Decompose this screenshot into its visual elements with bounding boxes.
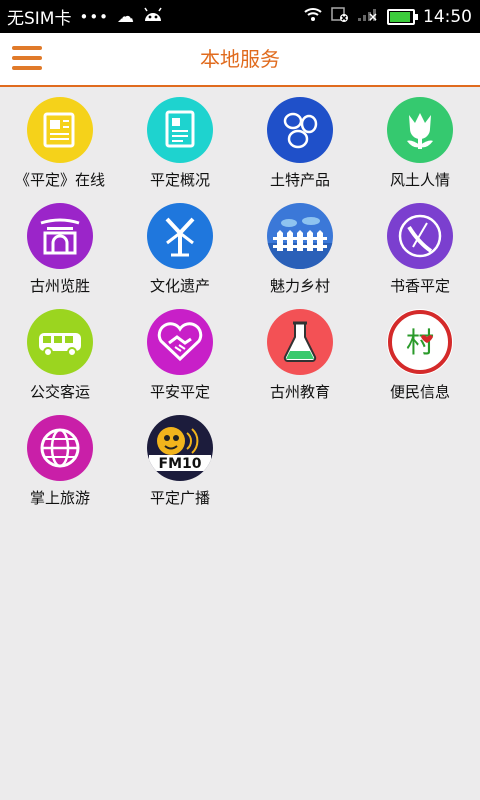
service-item-books[interactable]: 书香平定 — [360, 193, 480, 299]
service-item-education[interactable]: 古州教育 — [240, 299, 360, 405]
service-label: 公交客运 — [29, 383, 90, 401]
beans-icon — [267, 97, 333, 163]
service-label: 掌上旅游 — [29, 489, 90, 507]
status-bar: 无SIM卡 ••• ☁ 14:50 — [0, 0, 480, 33]
service-label: 古州教育 — [269, 383, 330, 401]
service-item-convenience[interactable]: 村 便民信息 — [360, 299, 480, 405]
page-title: 本地服务 — [200, 47, 280, 71]
service-item-bus[interactable]: 公交客运 — [0, 299, 120, 405]
flower-icon — [387, 97, 453, 163]
service-item-customs[interactable]: 风土人情 — [360, 87, 480, 193]
fm-text: FM10 — [159, 456, 202, 472]
flask-icon — [267, 309, 333, 375]
globe-icon — [27, 415, 93, 481]
bus-icon — [27, 309, 93, 375]
service-item-village[interactable]: 魅力乡村 — [240, 193, 360, 299]
village-seal-icon: 村 — [387, 309, 453, 375]
android-icon — [142, 5, 164, 28]
service-item-overview[interactable]: 平定概况 — [120, 87, 240, 193]
signal-icon — [357, 6, 379, 27]
app-header: 本地服务 — [0, 33, 480, 87]
data-off-icon — [331, 6, 349, 27]
service-label: 文化遗产 — [149, 277, 210, 295]
service-item-radio[interactable]: FM10 平定广播 — [120, 405, 240, 511]
service-item-heritage[interactable]: 文化遗产 — [120, 193, 240, 299]
service-label: 书香平定 — [389, 277, 450, 295]
service-item-specialty[interactable]: 土特产品 — [240, 87, 360, 193]
service-item-safety[interactable]: 平安平定 — [120, 299, 240, 405]
fm-radio-icon: FM10 — [147, 415, 213, 481]
seal-text: 村 — [406, 326, 434, 359]
service-item-travel[interactable]: 掌上旅游 — [0, 405, 120, 511]
service-label: 古州览胜 — [29, 277, 90, 295]
gate-icon — [27, 203, 93, 269]
service-label: 便民信息 — [389, 383, 450, 401]
service-label: 《平定》在线 — [14, 171, 105, 189]
service-label: 风土人情 — [389, 171, 450, 189]
handshake-icon — [147, 309, 213, 375]
brush-icon — [387, 203, 453, 269]
service-label: 平定概况 — [149, 171, 210, 189]
service-label: 平安平定 — [149, 383, 210, 401]
newspaper-icon — [27, 97, 93, 163]
wifi-icon — [303, 6, 323, 27]
service-item-online[interactable]: 《平定》在线 — [0, 87, 120, 193]
fence-icon — [267, 203, 333, 269]
clock: 14:50 — [423, 6, 472, 27]
notification-dots: ••• — [79, 7, 110, 26]
battery-icon — [387, 8, 418, 25]
service-label: 土特产品 — [269, 171, 330, 189]
service-item-scenic[interactable]: 古州览胜 — [0, 193, 120, 299]
service-label: 平定广播 — [149, 489, 210, 507]
heritage-icon — [147, 203, 213, 269]
service-label: 魅力乡村 — [269, 277, 330, 295]
document-icon — [147, 97, 213, 163]
cloud-icon: ☁ — [117, 6, 135, 27]
carrier-label: 无SIM卡 — [7, 9, 72, 29]
